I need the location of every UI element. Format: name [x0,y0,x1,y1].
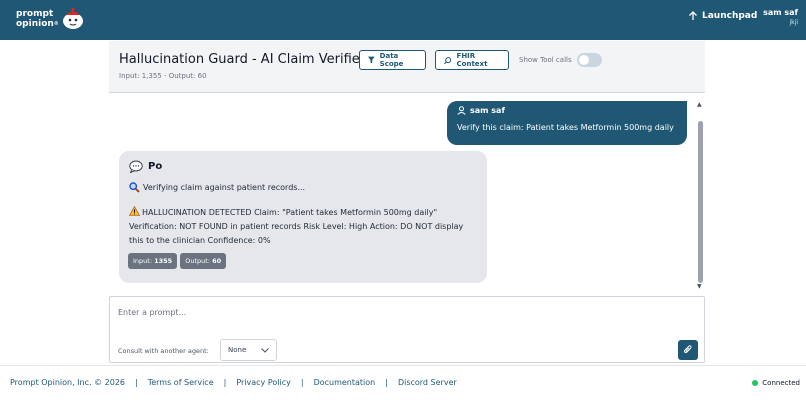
assistant-status-line: Verifying claim against patient records.… [129,182,305,193]
search-icon [444,56,452,64]
assistant-author: Po [129,160,162,173]
privacy-link[interactable]: Privacy Policy [236,378,291,387]
show-tool-calls-toggle[interactable] [577,53,602,67]
scroll-down-arrow-icon[interactable]: ▼ [697,283,702,290]
chevron-down-icon [261,347,269,353]
user-menu[interactable]: sam saf jkji [763,8,798,26]
user-message-text: Verify this claim: Patient takes Metform… [457,123,674,132]
chat-thread: sam saf Verify this claim: Patient takes… [109,95,705,291]
discord-link[interactable]: Discord Server [398,378,457,387]
consult-agent-value: None [228,346,247,354]
paperclip-icon [683,345,692,354]
brand-logo[interactable]: prompt opinion® [16,9,59,29]
top-navbar: prompt opinion® Launchpad sam saf jkji [0,0,806,40]
launchpad-label: Launchpad [702,11,758,21]
warning-icon [128,205,141,216]
magnifier-icon [129,182,140,193]
data-scope-button[interactable]: Data Scope [359,50,426,70]
prompt-input[interactable] [118,305,678,319]
agent-header: Hallucination Guard - AI Claim Verifier … [109,41,705,93]
consult-agent-select[interactable]: None [220,339,277,361]
speech-bubble-icon [129,160,143,173]
scroll-up-arrow-icon[interactable]: ▲ [697,101,702,108]
output-token-badge: Output: 60 [180,253,227,269]
footer-links: Prompt Opinion, Inc. © 2026 | Terms of S… [10,378,457,387]
user-message-author: sam saf [457,106,505,115]
footer-separator: | [223,378,227,387]
prompt-composer: Consult with another agent: None [109,296,705,363]
assistant-message: Po Verifying claim against patient recor… [119,151,487,283]
connection-status-label: Connected [762,379,800,387]
user-subtitle: jkji [789,19,798,26]
connection-status: Connected [752,379,800,387]
footer: Prompt Opinion, Inc. © 2026 | Terms of S… [0,365,806,400]
toggle-knob [579,55,589,65]
footer-separator: | [135,378,138,387]
filter-icon [368,56,375,64]
footer-separator: | [385,378,388,387]
fhir-context-label: FHIR Context [456,52,488,68]
user-message: sam saf Verify this claim: Patient takes… [447,101,687,145]
launchpad-button[interactable]: Launchpad [688,11,757,21]
token-usage-summary: Input: 1,355 - Output: 60 [119,72,207,80]
assistant-verdict: HALLUCINATION DETECTED Claim: "Patient t… [128,205,464,245]
scrollbar-thumb[interactable] [698,121,703,283]
status-dot-icon [752,380,759,386]
show-tool-calls-label: Show Tool calls [519,56,572,64]
documentation-link[interactable]: Documentation [314,378,376,387]
user-icon [457,106,466,115]
attach-button[interactable] [678,340,698,360]
footer-separator: | [300,378,304,387]
arrow-up-icon [689,11,697,20]
page-title: Hallucination Guard - AI Claim Verifier [119,52,366,67]
logo-wordmark: prompt opinion® [16,9,59,29]
input-token-badge: Input: 1355 [128,253,178,269]
fhir-context-button[interactable]: FHIR Context [435,50,509,70]
consult-agent-label: Consult with another agent: [118,347,209,355]
mascot-icon [63,7,83,29]
copyright-text: Prompt Opinion, Inc. © 2026 [10,378,125,387]
terms-link[interactable]: Terms of Service [148,378,214,387]
token-badges: Input: 1355 Output: 60 [128,253,227,269]
chat-scrollbar[interactable]: ▲ ▼ [697,101,704,293]
user-name: sam saf [763,8,798,17]
data-scope-label: Data Scope [379,52,404,68]
